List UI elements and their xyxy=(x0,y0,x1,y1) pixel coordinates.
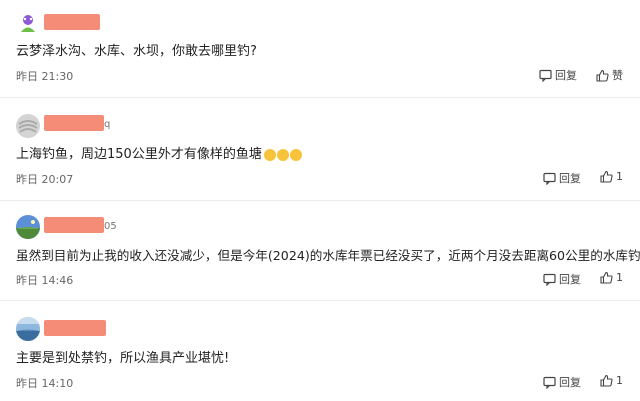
comment-time: 昨日 14:46 xyxy=(16,274,74,287)
comment-time: 昨日 20:07 xyxy=(16,173,74,186)
comment-reply-icon xyxy=(543,172,556,185)
comment-text: 云梦泽水沟、水库、水坝，你敢去哪里钓? xyxy=(16,44,257,59)
comment-text: 虽然到目前为止我的收入还没减少，但是今年(2024)的水库年票已经没买了，近两个… xyxy=(16,248,640,263)
reply-label: 回复 xyxy=(559,273,581,286)
redacted-username[interactable] xyxy=(44,217,104,233)
comment-reply-icon xyxy=(543,273,556,286)
avatar[interactable] xyxy=(16,215,40,239)
reply-label: 回复 xyxy=(559,172,581,185)
username-suffix: q xyxy=(104,119,111,130)
reply-label: 回复 xyxy=(555,69,577,82)
emoji-group xyxy=(263,148,302,161)
redacted-username[interactable] xyxy=(44,115,104,131)
divider xyxy=(0,300,640,301)
comment-reply-icon xyxy=(539,69,552,82)
comment-reply-icon xyxy=(543,376,556,389)
reply-button[interactable]: 回复 xyxy=(539,67,577,83)
like-count: 1 xyxy=(616,271,623,284)
divider xyxy=(0,97,640,98)
reply-button[interactable]: 回复 xyxy=(543,170,581,186)
crying-laughing-emoji xyxy=(263,148,276,161)
like-count: 1 xyxy=(616,374,623,387)
avatar[interactable] xyxy=(16,10,40,34)
thumbs-up-icon xyxy=(600,170,613,183)
comment-text: 上海钓鱼，周边150公里外才有像样的鱼塘 xyxy=(16,143,302,162)
username-suffix: 05 xyxy=(104,221,117,232)
like-button[interactable]: 1 xyxy=(600,170,623,183)
comment-text: 主要是到处禁钓，所以渔具产业堪忧! xyxy=(16,351,230,366)
avatar[interactable] xyxy=(16,317,40,341)
like-button[interactable]: 赞 xyxy=(596,67,623,83)
avatar[interactable] xyxy=(16,114,40,138)
thumbs-up-icon xyxy=(596,69,609,82)
thumbs-up-icon xyxy=(600,374,613,387)
divider xyxy=(0,200,640,201)
comment-time: 昨日 14:10 xyxy=(16,377,74,390)
reply-button[interactable]: 回复 xyxy=(543,374,581,390)
crying-laughing-emoji xyxy=(289,148,302,161)
crying-laughing-emoji xyxy=(276,148,289,161)
like-count: 赞 xyxy=(612,69,623,82)
like-button[interactable]: 1 xyxy=(600,271,623,284)
redacted-username[interactable] xyxy=(44,320,106,336)
comment-time: 昨日 21:30 xyxy=(16,70,74,83)
comment-text-content: 上海钓鱼，周边150公里外才有像样的鱼塘 xyxy=(16,147,262,162)
thumbs-up-icon xyxy=(600,271,613,284)
reply-label: 回复 xyxy=(559,376,581,389)
reply-button[interactable]: 回复 xyxy=(543,271,581,287)
redacted-username[interactable] xyxy=(44,14,100,30)
like-count: 1 xyxy=(616,170,623,183)
like-button[interactable]: 1 xyxy=(600,374,623,387)
